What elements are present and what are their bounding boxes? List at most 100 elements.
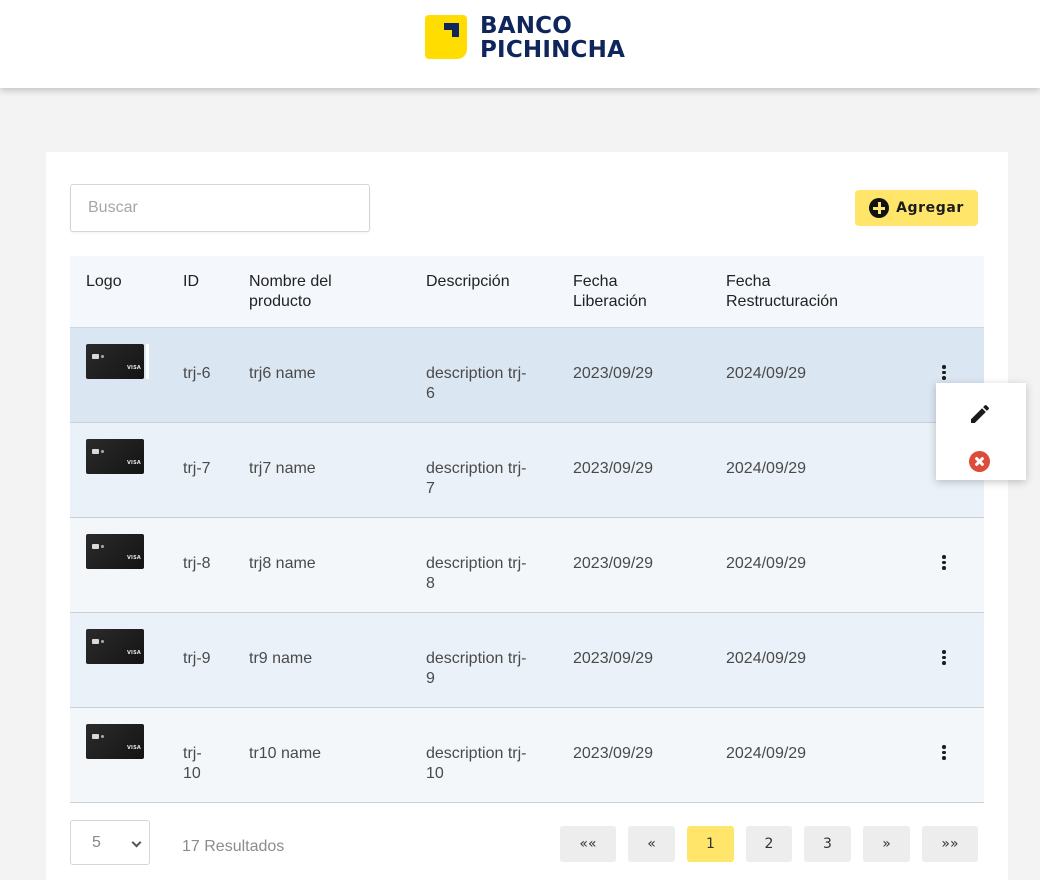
add-button[interactable]: Agregar (855, 190, 978, 226)
cell-fecha-liberacion: 2023/09/29 (573, 460, 654, 477)
cell-description: description trj- 7 (426, 459, 546, 499)
cell-id: trj-8 (183, 554, 211, 574)
header-id: ID (183, 273, 199, 290)
search-input[interactable] (70, 184, 370, 232)
top-header: BANCO PICHINCHA (0, 0, 1040, 88)
cell-name: trj7 name (249, 460, 316, 477)
first-page-button[interactable]: «« (560, 826, 616, 862)
card-brand-text: VISA (126, 460, 141, 466)
header-name-line2: producto (249, 293, 312, 310)
add-button-label: Agregar (896, 200, 964, 216)
pencil-icon[interactable] (968, 402, 992, 426)
card-brand-text: VISA (126, 365, 141, 371)
close-circle-icon[interactable] (969, 451, 990, 472)
cell-desc-line1: description trj- (426, 650, 527, 667)
cell-description: description trj- 10 (426, 744, 546, 784)
cell-id-line1: trj-8 (183, 555, 211, 572)
cell-fecha-restructuracion: 2024/09/29 (726, 555, 807, 572)
cell-id: trj-6 (183, 364, 211, 384)
card-logo-image: VISA (86, 534, 144, 569)
table-row[interactable]: VISA trj-7 trj7 name description trj- 7 2… (70, 423, 984, 518)
cell-desc-line2: 8 (426, 575, 435, 592)
products-card: Agregar Logo ID Nombre del producto Desc… (46, 152, 1008, 880)
cell-desc-line1: description trj- (426, 365, 527, 382)
more-vertical-icon[interactable] (938, 364, 950, 380)
header-logo: Logo (86, 273, 122, 290)
logo-text-line1: BANCO (480, 13, 573, 39)
products-table: Logo ID Nombre del producto Descripción … (70, 256, 984, 803)
cell-desc-line1: description trj- (426, 745, 527, 762)
cell-id: trj-9 (183, 649, 211, 669)
header-res-line2: Restructuración (726, 293, 839, 310)
cell-description: description trj- 8 (426, 554, 546, 594)
page-2-button[interactable]: 2 (746, 826, 792, 862)
cell-fecha-liberacion: 2023/09/29 (573, 365, 654, 382)
row-actions-menu (936, 383, 1026, 480)
table-row[interactable]: VISA trj-8 trj8 name description trj- 8 2… (70, 518, 984, 613)
cell-id-line1: trj- (183, 745, 202, 762)
prev-page-button[interactable]: « (628, 826, 675, 862)
page-size-select[interactable]: 5 (70, 820, 150, 865)
cell-desc-line1: description trj- (426, 460, 527, 477)
cell-desc-line2: 9 (426, 670, 435, 687)
logo-mark-icon (425, 15, 467, 59)
cell-id-line2: 10 (183, 765, 201, 782)
page-1-button[interactable]: 1 (687, 826, 734, 862)
cell-id: trj-7 (183, 459, 211, 479)
cell-desc-line2: 7 (426, 480, 435, 497)
cell-fecha-restructuracion: 2024/09/29 (726, 460, 807, 477)
header-lib-line2: Liberación (573, 293, 647, 310)
header-fecha-liberacion: Fecha Liberación (573, 272, 647, 312)
cell-name: tr10 name (249, 745, 322, 762)
cell-name: trj6 name (249, 365, 316, 382)
cell-fecha-liberacion: 2023/09/29 (573, 650, 654, 667)
header-name: Nombre del producto (249, 272, 332, 312)
cell-fecha-liberacion: 2023/09/29 (573, 555, 654, 572)
cell-id-line1: trj-9 (183, 650, 211, 667)
header-lib-line1: Fecha (573, 273, 618, 290)
logo-text-line2: PICHINCHA (480, 37, 626, 63)
pagination-bar: 5 17 Resultados «« « 1 2 3 » »» (70, 820, 984, 870)
next-page-button[interactable]: » (863, 826, 910, 862)
cell-desc-line1: description trj- (426, 555, 527, 572)
cell-fecha-restructuracion: 2024/09/29 (726, 650, 807, 667)
table-header: Logo ID Nombre del producto Descripción … (70, 256, 984, 328)
cell-id-line1: trj-6 (183, 365, 211, 382)
page-size-value: 5 (92, 834, 101, 851)
cell-fecha-restructuracion: 2024/09/29 (726, 365, 807, 382)
cell-fecha-liberacion: 2023/09/29 (573, 745, 654, 762)
cell-description: description trj- 9 (426, 649, 546, 689)
cell-id-line1: trj-7 (183, 460, 211, 477)
cell-name: trj8 name (249, 555, 316, 572)
banco-pichincha-logo: BANCO PICHINCHA (425, 14, 625, 62)
chevron-down-icon (131, 837, 142, 848)
table-row[interactable]: VISA trj-6 trj6 name description trj- 6 2… (70, 328, 984, 423)
header-name-line1: Nombre del (249, 273, 332, 290)
card-brand-text: VISA (126, 650, 141, 656)
page-3-button[interactable]: 3 (804, 826, 851, 862)
results-count: 17 Resultados (182, 838, 285, 855)
cell-id: trj- 10 (183, 744, 202, 784)
header-description: Descripción (426, 273, 510, 290)
header-fecha-restructuracion: Fecha Restructuración (726, 272, 838, 312)
more-vertical-icon[interactable] (938, 554, 950, 570)
card-logo-image: VISA (86, 724, 144, 759)
header-res-line1: Fecha (726, 273, 771, 290)
card-brand-text: VISA (126, 555, 141, 561)
table-row[interactable]: VISA trj- 10 tr10 name description trj- 10… (70, 708, 984, 803)
cell-name: tr9 name (249, 650, 313, 667)
more-vertical-icon[interactable] (938, 744, 950, 760)
card-logo-image: VISA (86, 439, 144, 474)
cell-fecha-restructuracion: 2024/09/29 (726, 745, 807, 762)
cell-desc-line2: 10 (426, 765, 444, 782)
logo-text: BANCO PICHINCHA (480, 14, 625, 62)
card-logo-image: VISA (86, 629, 144, 664)
cell-description: description trj- 6 (426, 364, 546, 404)
plus-circle-icon (869, 198, 890, 218)
cell-desc-line2: 6 (426, 385, 435, 402)
more-vertical-icon[interactable] (938, 649, 950, 665)
card-logo-image: VISA (86, 344, 149, 379)
last-page-button[interactable]: »» (922, 826, 978, 862)
table-row[interactable]: VISA trj-9 tr9 name description trj- 9 20… (70, 613, 984, 708)
card-brand-text: VISA (126, 745, 141, 751)
